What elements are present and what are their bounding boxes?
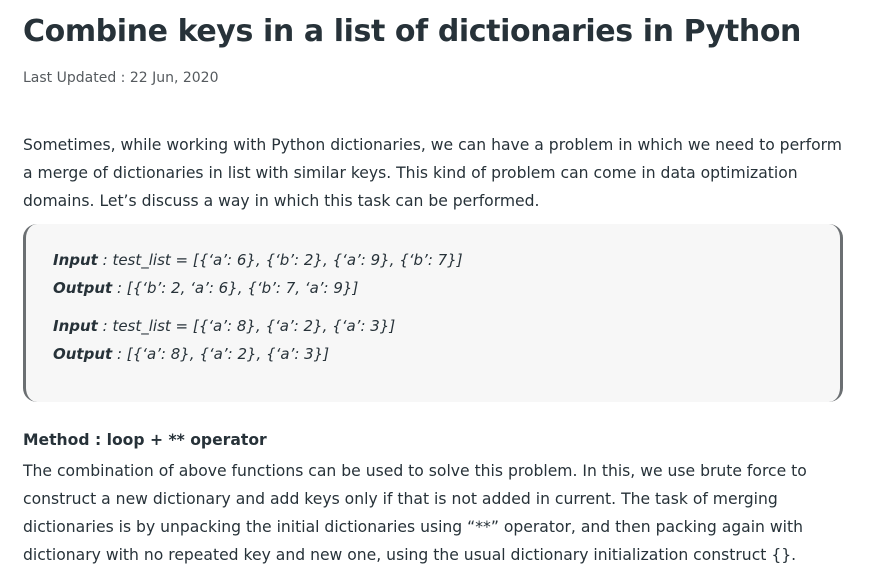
method-paragraph: The combination of above functions can b… — [23, 462, 807, 564]
output-value: : [{‘a’: 8}, {‘a’: 2}, {‘a’: 3}] — [112, 345, 330, 363]
output-value: : [{‘b’: 2, ‘a’: 6}, {‘b’: 7, ‘a’: 9}] — [112, 279, 359, 297]
page-title: Combine keys in a list of dictionaries i… — [23, 14, 801, 49]
output-label: Output — [53, 345, 113, 363]
example-1-output: Output : [{‘b’: 2, ‘a’: 6}, {‘b’: 7, ‘a’… — [53, 279, 358, 297]
input-value: : test_list = [{‘a’: 6}, {‘b’: 2}, {‘a’:… — [97, 251, 463, 269]
input-value: : test_list = [{‘a’: 8}, {‘a’: 2}, {‘a’:… — [97, 317, 396, 335]
input-label: Input — [53, 251, 98, 269]
intro-paragraph: Sometimes, while working with Python dic… — [23, 136, 842, 210]
last-updated: Last Updated : 22 Jun, 2020 — [23, 70, 219, 86]
method-heading: Method : loop + ** operator — [23, 431, 267, 449]
example-2-output: Output : [{‘a’: 8}, {‘a’: 2}, {‘a’: 3}] — [53, 345, 329, 363]
input-label: Input — [53, 317, 98, 335]
example-1-input: Input : test_list = [{‘a’: 6}, {‘b’: 2},… — [53, 251, 463, 269]
example-box: Input : test_list = [{‘a’: 6}, {‘b’: 2},… — [23, 224, 843, 402]
output-label: Output — [53, 279, 113, 297]
example-2-input: Input : test_list = [{‘a’: 8}, {‘a’: 2},… — [53, 317, 395, 335]
